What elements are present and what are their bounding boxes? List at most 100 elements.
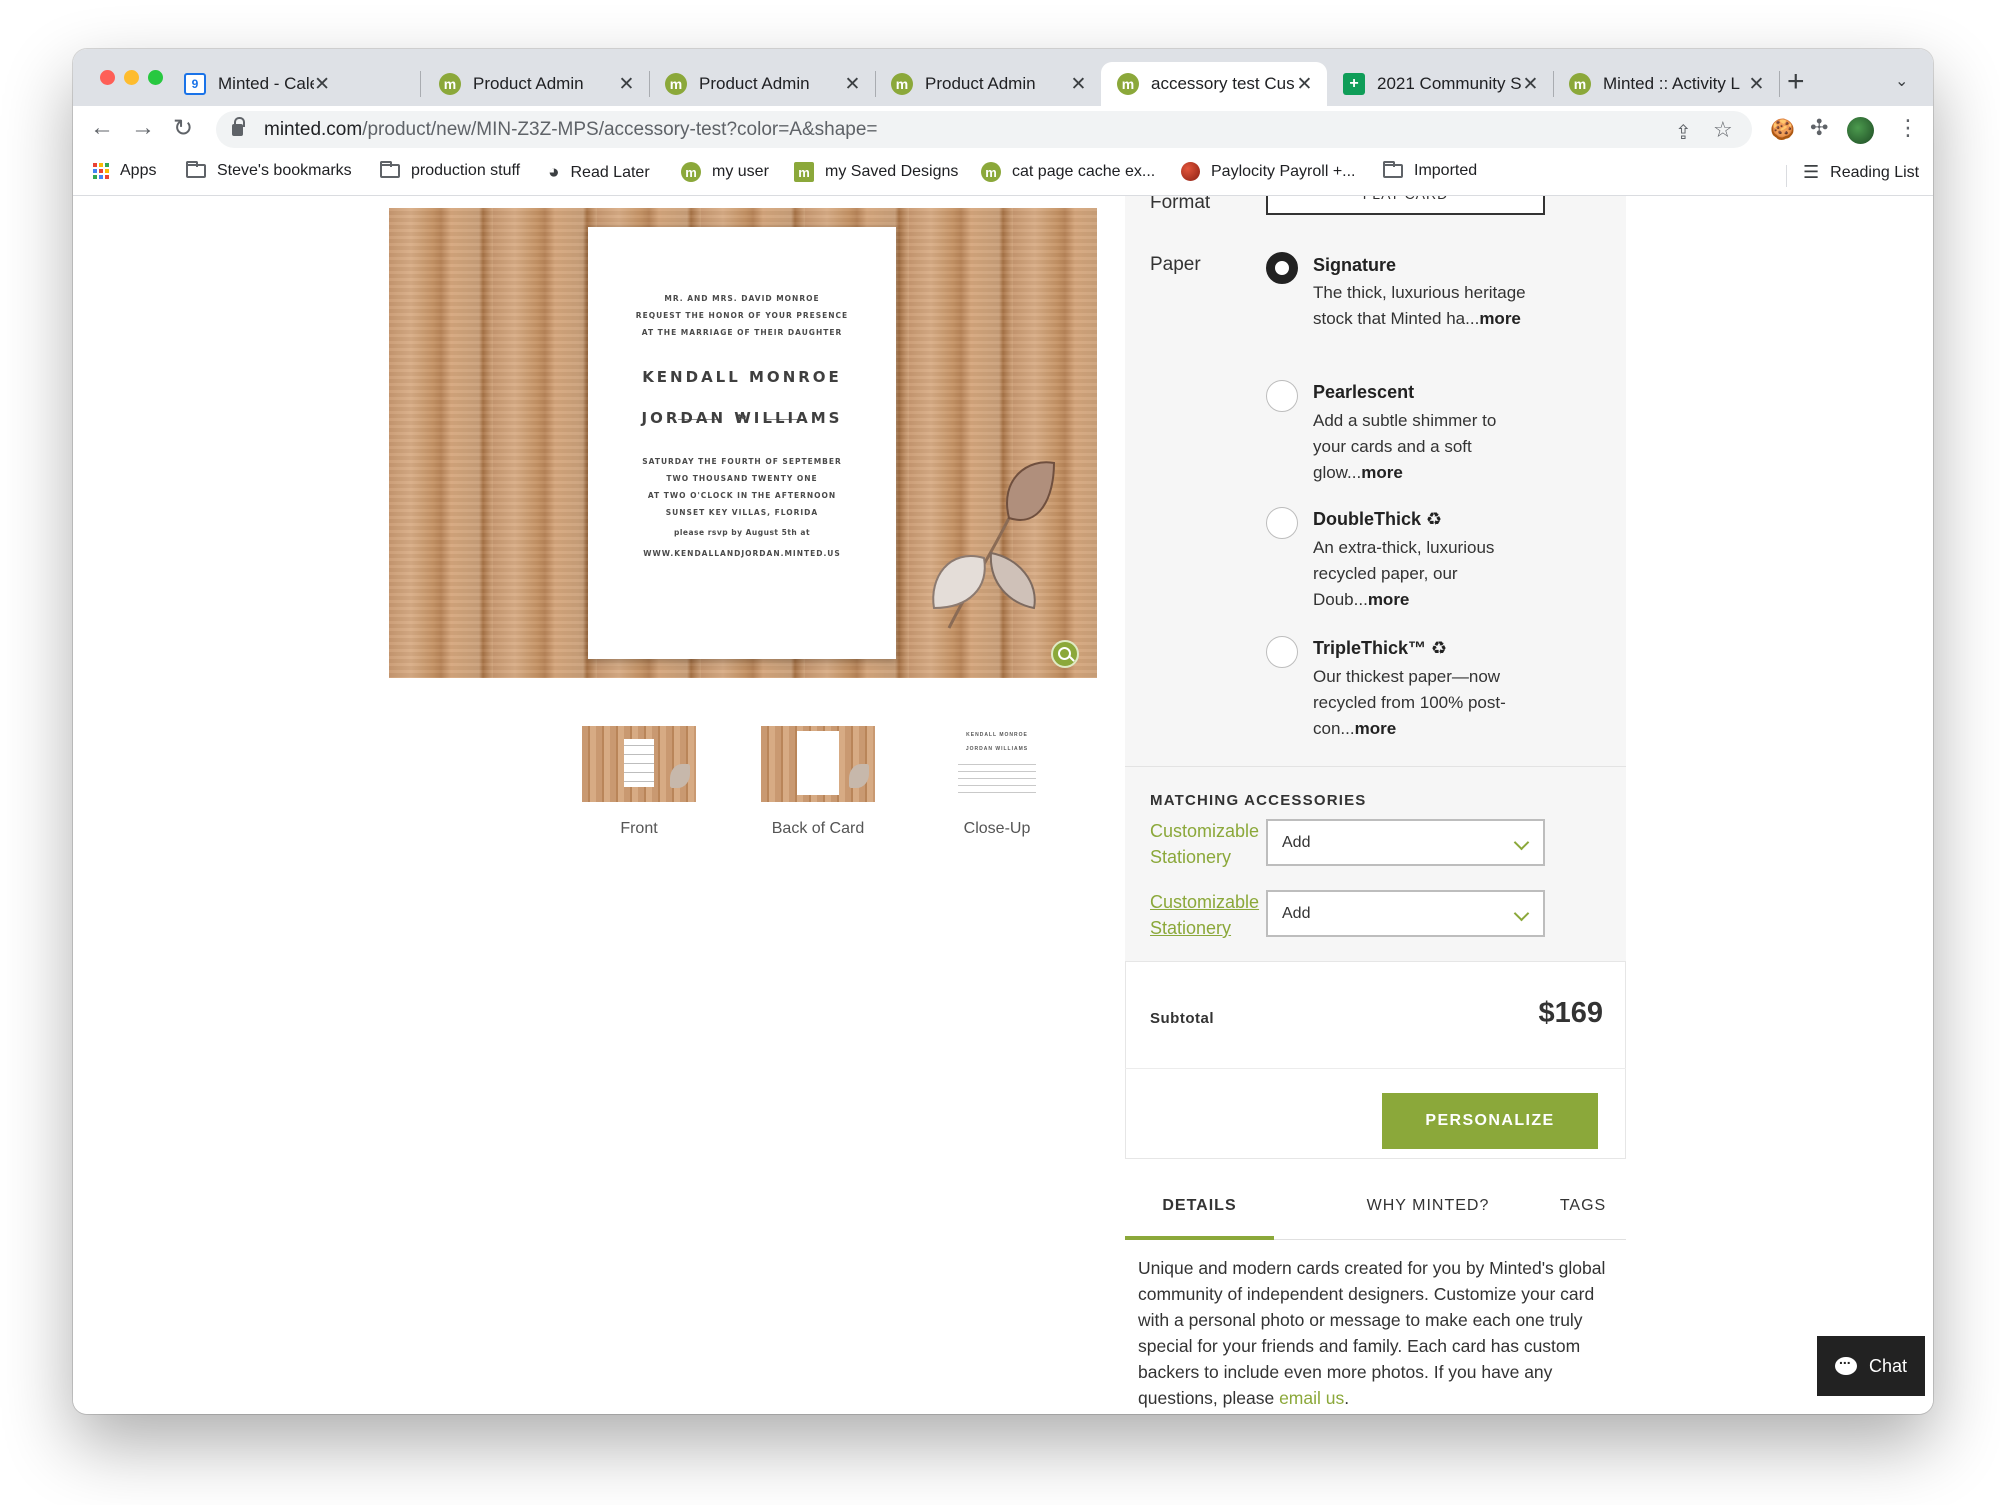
thumbnail-back[interactable]: [761, 726, 875, 802]
google-calendar-icon: 9: [184, 73, 206, 95]
bookmark-apps[interactable]: Apps: [93, 162, 156, 180]
close-icon[interactable]: ✕: [1070, 73, 1087, 96]
cookie-extension-icon[interactable]: 🍪: [1770, 117, 1795, 142]
browser-toolbar: ← → ↻ minted.com/product/new/MIN-Z3Z-MPS…: [73, 106, 1933, 153]
globe-icon: ◕: [548, 162, 560, 183]
email-us-link[interactable]: email us: [1279, 1388, 1344, 1408]
bookmark-star-icon[interactable]: ☆: [1713, 117, 1733, 143]
bookmark-paylocity[interactable]: Paylocity Payroll +...: [1181, 162, 1356, 181]
browser-tab-community-sheet[interactable]: + 2021 Community S ✕: [1327, 62, 1553, 106]
folder-icon: [1383, 161, 1403, 178]
bookmark-label: my Saved Designs: [825, 163, 959, 180]
thumbnail-label-back: Back of Card: [771, 820, 865, 837]
profile-avatar[interactable]: [1847, 117, 1874, 144]
close-icon[interactable]: ✕: [618, 73, 635, 96]
browser-tab-product-admin-3[interactable]: m Product Admin ✕: [875, 62, 1101, 106]
tab-why-minted[interactable]: WHY MINTED?: [1353, 1197, 1503, 1215]
tab-title: Product Admin: [925, 74, 1036, 93]
paper-radio-doublethick[interactable]: [1266, 507, 1298, 539]
forward-arrow-icon[interactable]: →: [131, 114, 155, 142]
format-option-flat-card[interactable]: FLAT CARD: [1266, 196, 1545, 215]
product-main-image[interactable]: MR. AND MRS. DAVID MONROE REQUEST THE HO…: [389, 208, 1097, 678]
new-tab-button[interactable]: +: [1787, 65, 1805, 99]
bookmark-read-later[interactable]: ◕ Read Later: [548, 162, 650, 184]
accessory-select-2[interactable]: Add: [1266, 890, 1545, 937]
browser-tab-accessory-test[interactable]: m accessory test Cus ✕: [1101, 62, 1327, 106]
close-icon[interactable]: ✕: [1522, 73, 1539, 96]
back-arrow-icon[interactable]: ←: [90, 114, 114, 142]
card-rsvp-line: please rsvp by August 5th at: [673, 528, 811, 537]
bookmark-my-user[interactable]: m my user: [681, 162, 769, 182]
more-link[interactable]: more: [1361, 463, 1403, 482]
lock-icon[interactable]: [232, 116, 245, 136]
more-link[interactable]: more: [1368, 590, 1410, 609]
share-icon[interactable]: ⇪: [1675, 120, 1692, 145]
bookmark-my-saved-designs[interactable]: m my Saved Designs: [794, 162, 958, 182]
invitation-card: MR. AND MRS. DAVID MONROE REQUEST THE HO…: [588, 227, 896, 659]
details-text: Unique and modern cards created for you …: [1138, 1258, 1606, 1408]
kebab-menu-icon[interactable]: ⋮: [1897, 115, 1919, 141]
bookmark-steves-bookmarks[interactable]: Steve's bookmarks: [186, 161, 352, 180]
reload-icon[interactable]: ↻: [173, 114, 193, 143]
bookmarks-divider: [1786, 165, 1787, 187]
maximize-window-button[interactable]: [148, 70, 163, 85]
reading-list-label: Reading List: [1830, 163, 1920, 181]
accessory-link-stationery-1[interactable]: Customizable Stationery: [1150, 818, 1270, 870]
browser-window: 9 Minted - Calendar - ✕ m Product Admin …: [73, 49, 1933, 1414]
thumbnail-closeup[interactable]: KENDALL MONROE JORDAN WILLIAMS: [940, 726, 1054, 802]
browser-tab-product-admin-2[interactable]: m Product Admin ✕: [649, 62, 875, 106]
bookmark-label: Imported: [1414, 162, 1478, 179]
browser-tab-calendar[interactable]: 9 Minted - Calendar - ✕: [168, 62, 344, 106]
paper-radio-triplethick[interactable]: [1266, 636, 1298, 668]
more-link[interactable]: more: [1479, 309, 1521, 328]
active-tab-indicator: [1125, 1236, 1274, 1240]
paper-radio-pearlescent[interactable]: [1266, 380, 1298, 412]
tab-search-icon[interactable]: ⌄: [1895, 71, 1908, 91]
bookmark-imported[interactable]: Imported: [1383, 161, 1478, 180]
accessories-heading: MATCHING ACCESSORIES: [1150, 792, 1367, 809]
card-time-line: AT TWO O'CLOCK IN THE AFTERNOON: [647, 491, 837, 500]
paper-title-triplethick: TripleThick™ ♻: [1313, 638, 1448, 658]
paper-desc-triplethick: Our thickest paper—now recycled from 100…: [1313, 667, 1506, 738]
tab-separator: [420, 71, 421, 97]
accessory-select-1[interactable]: Add: [1266, 819, 1545, 866]
close-window-button[interactable]: [100, 70, 115, 85]
minimize-window-button[interactable]: [124, 70, 139, 85]
minted-m-icon: m: [794, 162, 814, 182]
closeup-name-1: KENDALL MONROE: [966, 732, 1028, 738]
close-icon[interactable]: ✕: [1296, 73, 1313, 96]
paper-title-pearlescent: Pearlescent: [1313, 382, 1415, 402]
google-sheets-icon: +: [1343, 73, 1365, 95]
tab-title: Minted :: Activity L: [1603, 74, 1740, 93]
minted-m-icon: m: [981, 162, 1001, 182]
chevron-down-icon: [1513, 834, 1530, 851]
url-host: minted.com: [264, 118, 363, 140]
puzzle-extensions-icon[interactable]: ✣: [1810, 115, 1828, 141]
folder-icon: [380, 161, 400, 178]
personalize-button[interactable]: PERSONALIZE: [1382, 1093, 1598, 1149]
reading-list-icon: ☰: [1803, 162, 1820, 182]
thumbnail-card: [797, 731, 839, 795]
tab-details[interactable]: DETAILS: [1125, 1197, 1274, 1215]
paper-title-signature: Signature: [1313, 255, 1397, 275]
browser-tab-product-admin-1[interactable]: m Product Admin ✕: [423, 62, 649, 106]
paper-radio-signature[interactable]: [1266, 252, 1298, 284]
tab-tags[interactable]: TAGS: [1543, 1197, 1623, 1215]
thumbnail-front[interactable]: [582, 726, 696, 802]
bookmark-cat-page-cache[interactable]: m cat page cache ex...: [981, 162, 1155, 182]
close-icon[interactable]: ✕: [1748, 73, 1765, 96]
chat-button[interactable]: Chat: [1817, 1336, 1925, 1396]
accessory-link-stationery-2[interactable]: Customizable Stationery: [1150, 889, 1270, 941]
reading-list-button[interactable]: ☰ Reading List: [1803, 162, 1919, 183]
thumbnail-card: [618, 731, 660, 795]
bookmark-production-stuff[interactable]: production stuff: [380, 161, 520, 180]
bookmark-label: my user: [712, 163, 769, 180]
subtotal-label: Subtotal: [1150, 1010, 1214, 1027]
close-icon[interactable]: ✕: [314, 73, 330, 96]
tab-title: Minted - Calendar -: [218, 74, 314, 93]
browser-tab-activity[interactable]: m Minted :: Activity L ✕: [1553, 62, 1779, 106]
close-icon[interactable]: ✕: [844, 73, 861, 96]
address-bar[interactable]: minted.com/product/new/MIN-Z3Z-MPS/acces…: [216, 111, 1752, 148]
zoom-in-icon[interactable]: [1051, 640, 1079, 668]
more-link[interactable]: more: [1355, 719, 1397, 738]
